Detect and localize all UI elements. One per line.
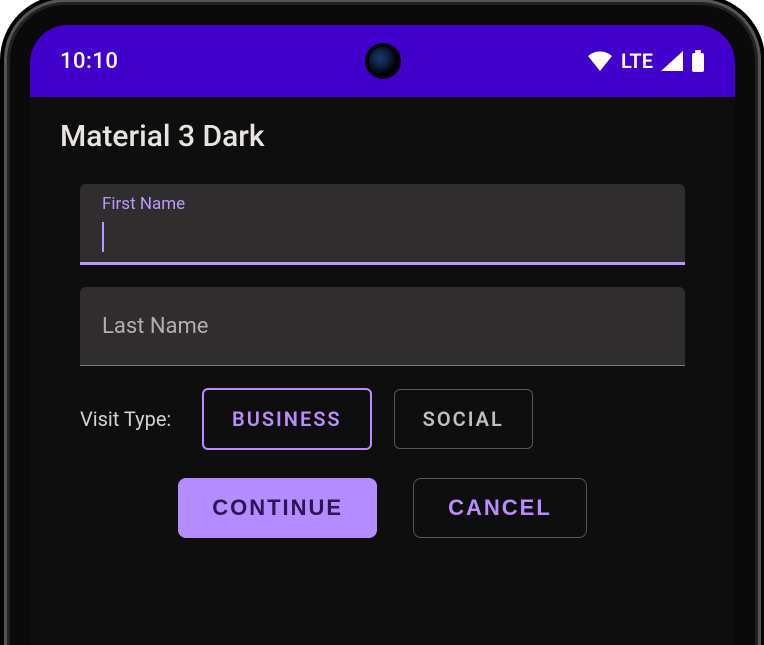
last-name-label: Last Name [102, 314, 208, 339]
status-icons: LTE [587, 49, 705, 73]
status-time: 10:10 [60, 49, 118, 74]
visit-type-business[interactable]: BUSINESS [202, 388, 372, 450]
cancel-label: CANCEL [448, 495, 552, 520]
visit-type-label: Visit Type: [80, 407, 180, 431]
text-cursor [102, 222, 104, 252]
first-name-field[interactable]: First Name [80, 184, 685, 265]
wifi-icon [587, 51, 613, 71]
form: First Name Last Name Visit Type: BUSINES… [30, 164, 735, 538]
cellular-icon [661, 51, 683, 71]
visit-type-social-label: SOCIAL [423, 407, 504, 431]
battery-icon [691, 50, 705, 72]
front-camera [369, 47, 397, 75]
continue-label: CONTINUE [212, 495, 343, 520]
action-row: CONTINUE CANCEL [80, 478, 685, 538]
visit-type-business-label: BUSINESS [232, 407, 342, 431]
status-bar: 10:10 LTE [30, 25, 735, 97]
cancel-button[interactable]: CANCEL [413, 478, 587, 538]
network-label: LTE [621, 49, 653, 73]
last-name-field[interactable]: Last Name [80, 287, 685, 366]
visit-type-row: Visit Type: BUSINESS SOCIAL [80, 388, 685, 450]
visit-type-social[interactable]: SOCIAL [394, 389, 533, 449]
page-title: Material 3 Dark [30, 97, 735, 164]
phone-frame: 10:10 LTE Material 3 Dark First Name Las… [10, 5, 755, 645]
continue-button[interactable]: CONTINUE [178, 478, 377, 538]
first-name-label: First Name [102, 194, 185, 214]
screen: 10:10 LTE Material 3 Dark First Name Las… [30, 25, 735, 645]
